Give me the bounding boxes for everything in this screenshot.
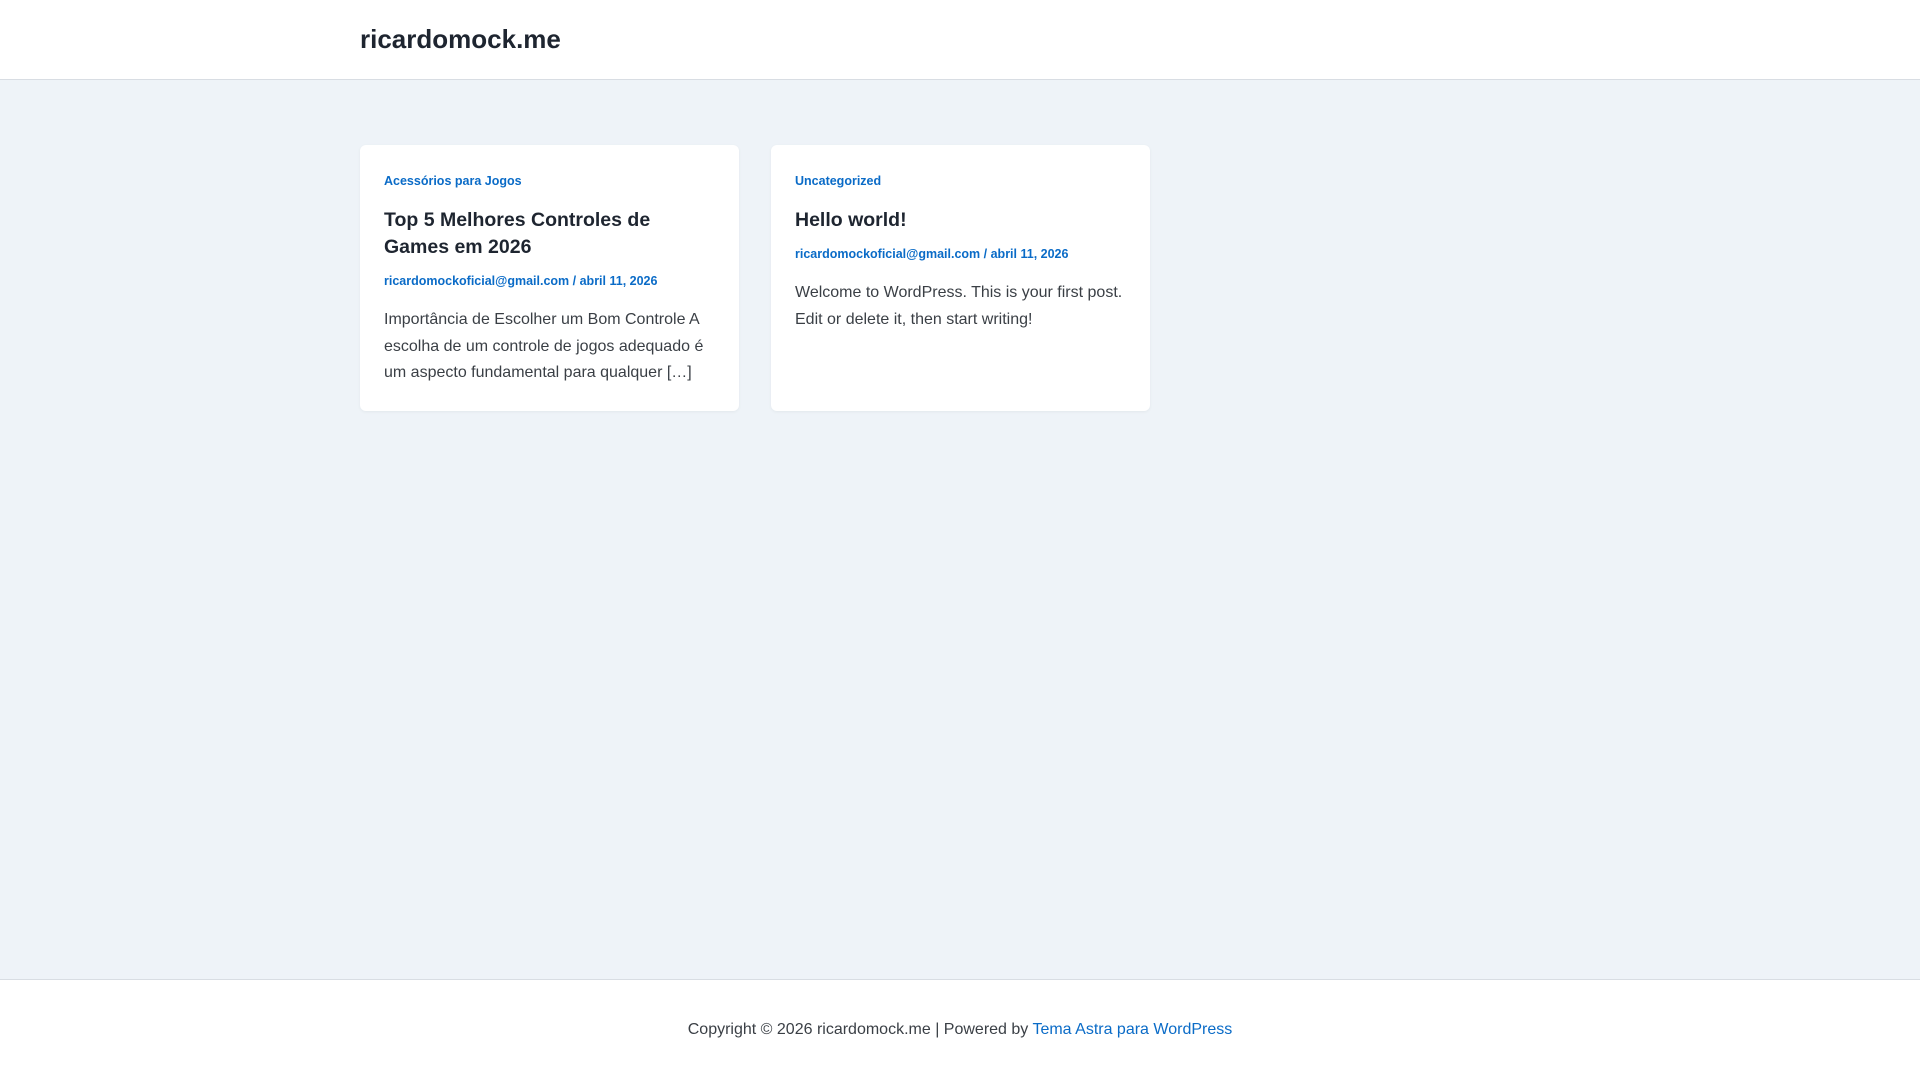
post-card: Uncategorized Hello world! ricardomockof… <box>771 145 1150 411</box>
site-header: ricardomock.me <box>0 0 1920 80</box>
post-title-link[interactable]: Hello world! <box>795 207 1126 234</box>
post-excerpt: Welcome to WordPress. This is your first… <box>795 284 1123 328</box>
post-title-link[interactable]: Top 5 Melhores Controles de Games em 202… <box>384 207 715 261</box>
site-footer: Copyright © 2026 ricardomock.me | Powere… <box>0 979 1920 1080</box>
post-category-link[interactable]: Uncategorized <box>795 173 1126 189</box>
post-category-link[interactable]: Acessórios para Jogos <box>384 173 715 189</box>
theme-credit-link[interactable]: Tema Astra para WordPress <box>1032 1021 1232 1038</box>
footer-text: Copyright © 2026 ricardomock.me | Powere… <box>0 1019 1920 1041</box>
copyright-text: Copyright © 2026 ricardomock.me | Powere… <box>687 1021 1033 1038</box>
post-date: abril 11, 2026 <box>990 247 1069 261</box>
meta-separator: / <box>572 274 580 288</box>
post-excerpt: Importância de Escolher um Bom Controle … <box>384 311 704 381</box>
site-title-link[interactable]: ricardomock.me <box>360 22 561 56</box>
post-author-link[interactable]: ricardomockoficial@gmail.com <box>795 247 980 261</box>
post-date: abril 11, 2026 <box>579 274 658 288</box>
meta-separator: / <box>983 247 991 261</box>
post-meta: ricardomockoficial@gmail.com / abril 11,… <box>384 273 715 289</box>
post-author-link[interactable]: ricardomockoficial@gmail.com <box>384 274 569 288</box>
post-meta: ricardomockoficial@gmail.com / abril 11,… <box>795 246 1126 262</box>
post-card: Acessórios para Jogos Top 5 Melhores Con… <box>360 145 739 411</box>
